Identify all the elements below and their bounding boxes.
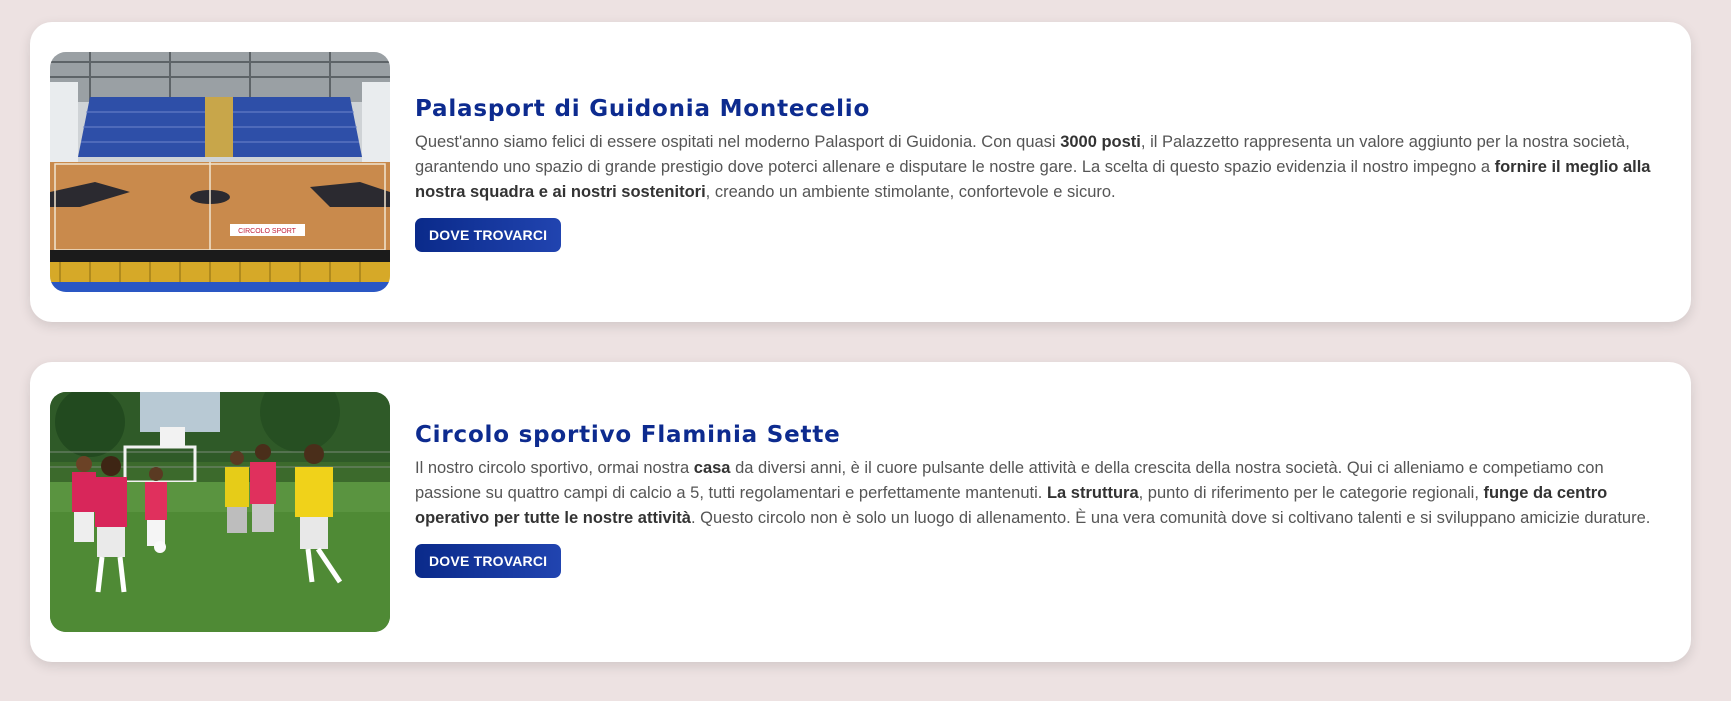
venue-card-palasport: CIRCOLO SPORT Palasport di Guidonia Mont… [30, 22, 1691, 322]
venue-card-flaminia: Circolo sportivo Flaminia Sette Il nostr… [30, 362, 1691, 662]
dove-trovarci-button[interactable]: DOVE TROVARCI [415, 218, 562, 252]
venue-title: Palasport di Guidonia Montecelio [415, 96, 871, 122]
photo-sign-text: CIRCOLO SPORT [238, 228, 297, 235]
venue-description: Il nostro circolo sportivo, ormai nostra… [415, 459, 1651, 527]
venue-info: Palasport di Guidonia Montecelio Quest'a… [415, 96, 1655, 252]
venue-info: Circolo sportivo Flaminia Sette Il nostr… [415, 422, 1655, 578]
palasport-photo: CIRCOLO SPORT [50, 52, 390, 292]
dove-trovarci-button[interactable]: DOVE TROVARCI [415, 544, 562, 578]
circolo-photo [50, 392, 390, 632]
venue-title: Circolo sportivo Flaminia Sette [415, 422, 841, 448]
venue-description: Quest'anno siamo felici di essere ospita… [415, 133, 1651, 201]
